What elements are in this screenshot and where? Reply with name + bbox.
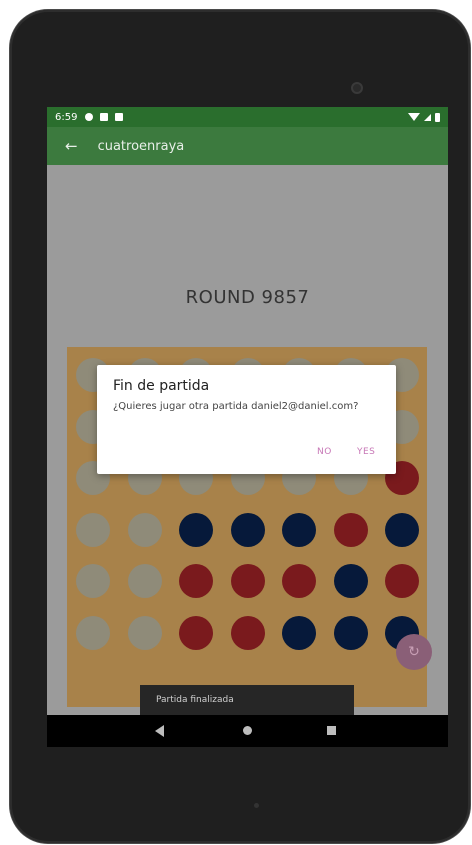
restart-fab-button[interactable]: ↻: [396, 634, 432, 670]
board-cell-red[interactable]: [333, 512, 368, 547]
front-camera: [351, 82, 363, 94]
board-cell-red[interactable]: [179, 564, 213, 598]
board-cell-blue[interactable]: [282, 512, 316, 547]
back-arrow-icon[interactable]: ←: [65, 137, 78, 155]
board-cell-blue[interactable]: [333, 615, 368, 650]
nav-home-icon[interactable]: [243, 726, 252, 735]
board-cell-blue[interactable]: [333, 564, 368, 598]
board-cell-blue[interactable]: [385, 512, 419, 547]
board-cell-empty[interactable]: [127, 615, 162, 650]
battery-icon: [435, 112, 440, 122]
board-cell-red[interactable]: [230, 615, 265, 650]
end-game-dialog: Fin de partida ¿Quieres jugar otra parti…: [97, 365, 396, 474]
board-cell-red[interactable]: [385, 564, 419, 598]
status-time: 6:59: [55, 111, 78, 123]
notification-icon: [100, 113, 109, 121]
yes-button[interactable]: YES: [357, 447, 375, 457]
status-right-icons: [408, 112, 440, 122]
nav-back-icon[interactable]: [155, 725, 164, 737]
nav-recents-icon[interactable]: [327, 726, 336, 735]
no-button[interactable]: NO: [317, 447, 332, 457]
board-cell-blue[interactable]: [179, 512, 213, 547]
wifi-icon: [408, 113, 420, 121]
board-cell-red[interactable]: [179, 615, 213, 650]
round-title: ROUND 9857: [185, 287, 310, 308]
sd-card-icon: [115, 113, 124, 121]
board-cell-blue[interactable]: [230, 512, 265, 547]
board-cell-empty[interactable]: [127, 512, 162, 547]
status-bar: 6:59: [47, 107, 448, 127]
board-cell-empty[interactable]: [76, 564, 110, 598]
board-cell-blue[interactable]: [282, 615, 316, 650]
system-nav-bar: [47, 715, 448, 747]
gear-icon: [85, 113, 94, 121]
signal-icon: [424, 113, 431, 121]
microphone-dot: [254, 803, 259, 808]
dialog-message: ¿Quieres jugar otra partida daniel2@dani…: [113, 401, 359, 412]
board-cell-red[interactable]: [230, 564, 265, 598]
board-cell-red[interactable]: [282, 564, 316, 598]
app-toolbar: ← cuatroenraya: [47, 127, 448, 165]
board-cell-empty[interactable]: [76, 615, 110, 650]
dialog-title: Fin de partida: [113, 378, 210, 394]
board-cell-empty[interactable]: [76, 512, 110, 547]
app-screen: 6:59 ← cuatroenraya ROUND 9857 ↻ Fin de …: [47, 107, 448, 747]
board-cell-empty[interactable]: [127, 564, 162, 598]
restart-icon: ↻: [408, 644, 420, 660]
app-title: cuatroenraya: [97, 138, 185, 154]
snackbar-text: Partida finalizada: [156, 695, 234, 705]
